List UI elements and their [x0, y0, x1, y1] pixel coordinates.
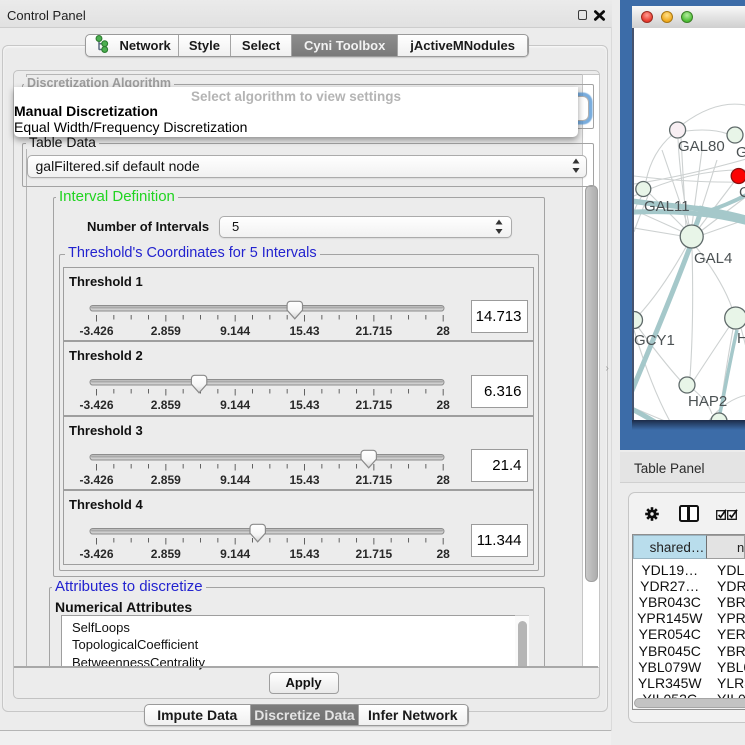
svg-text:GCY1: GCY1: [634, 332, 675, 349]
svg-text:GAL11: GAL11: [644, 198, 690, 215]
svg-text:HIS: HIS: [737, 330, 745, 347]
svg-text:GAL80: GAL80: [678, 138, 725, 155]
svg-text:CDC: CDC: [739, 184, 745, 201]
svg-text:GAL3: GAL3: [736, 144, 745, 161]
svg-text:HAP2: HAP2: [688, 393, 727, 410]
svg-text:GAL4: GAL4: [694, 250, 732, 267]
